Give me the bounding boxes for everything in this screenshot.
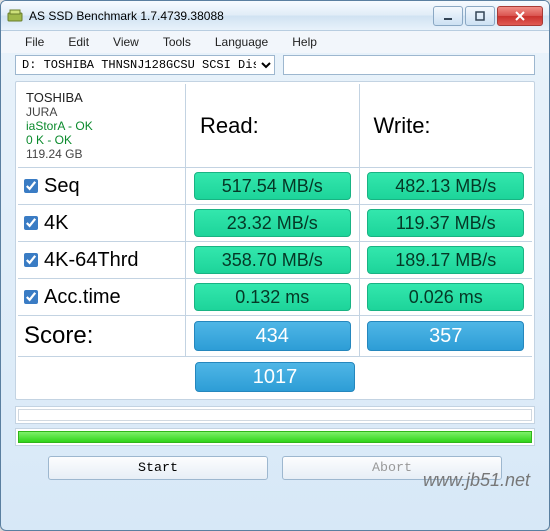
toolbar: D: TOSHIBA THNSNJ128GCSU SCSI Disk D xyxy=(1,53,549,81)
seq-write-value: 482.13 MB/s xyxy=(367,172,524,200)
app-icon xyxy=(7,8,23,24)
test-acc-label: Acc.time xyxy=(18,279,186,315)
progress-secondary xyxy=(15,406,535,424)
menu-help[interactable]: Help xyxy=(282,33,327,51)
4k-write-value: 119.37 MB/s xyxy=(367,209,524,237)
test-4k-label: 4K xyxy=(18,205,186,241)
4k64-read-value: 358.70 MB/s xyxy=(194,246,351,274)
results-grid: TOSHIBA JURA iaStorA - OK 0 K - OK 119.2… xyxy=(15,81,535,400)
progress-primary xyxy=(15,428,535,446)
app-window: AS SSD Benchmark 1.7.4739.38088 File Edi… xyxy=(0,0,550,531)
header-read: Read: xyxy=(186,84,360,167)
test-acc-checkbox[interactable] xyxy=(24,290,38,304)
menu-view[interactable]: View xyxy=(103,33,149,51)
test-4k64-label: 4K-64Thrd xyxy=(18,242,186,278)
drive-driver-status: iaStorA - OK xyxy=(26,119,93,133)
test-seq-checkbox[interactable] xyxy=(24,179,38,193)
close-button[interactable] xyxy=(497,6,543,26)
filter-input[interactable] xyxy=(283,55,535,75)
menubar: File Edit View Tools Language Help xyxy=(1,31,549,53)
titlebar: AS SSD Benchmark 1.7.4739.38088 xyxy=(1,1,549,31)
menu-language[interactable]: Language xyxy=(205,33,278,51)
minimize-button[interactable] xyxy=(433,6,463,26)
window-title: AS SSD Benchmark 1.7.4739.38088 xyxy=(29,9,433,23)
seq-read-value: 517.54 MB/s xyxy=(194,172,351,200)
drive-info-panel: TOSHIBA JURA iaStorA - OK 0 K - OK 119.2… xyxy=(18,84,186,167)
abort-button[interactable]: Abort xyxy=(282,456,502,480)
menu-file[interactable]: File xyxy=(15,33,54,51)
drive-selector[interactable]: D: TOSHIBA THNSNJ128GCSU SCSI Disk D xyxy=(15,55,275,75)
drive-firmware: JURA xyxy=(26,105,57,119)
drive-vendor: TOSHIBA xyxy=(26,90,83,105)
start-button[interactable]: Start xyxy=(48,456,268,480)
menu-tools[interactable]: Tools xyxy=(153,33,201,51)
drive-capacity: 119.24 GB xyxy=(26,147,82,161)
4k64-write-value: 189.17 MB/s xyxy=(367,246,524,274)
acc-write-value: 0.026 ms xyxy=(367,283,524,311)
maximize-button[interactable] xyxy=(465,6,495,26)
score-label: Score: xyxy=(18,316,186,356)
drive-align-status: 0 K - OK xyxy=(26,133,72,147)
score-read-value: 434 xyxy=(194,321,351,351)
test-seq-label: Seq xyxy=(18,168,186,204)
4k-read-value: 23.32 MB/s xyxy=(194,209,351,237)
acc-read-value: 0.132 ms xyxy=(194,283,351,311)
score-write-value: 357 xyxy=(367,321,524,351)
score-total-value: 1017 xyxy=(195,362,355,392)
menu-edit[interactable]: Edit xyxy=(58,33,99,51)
header-write: Write: xyxy=(360,84,533,167)
test-4k-checkbox[interactable] xyxy=(24,216,38,230)
test-4k64-checkbox[interactable] xyxy=(24,253,38,267)
